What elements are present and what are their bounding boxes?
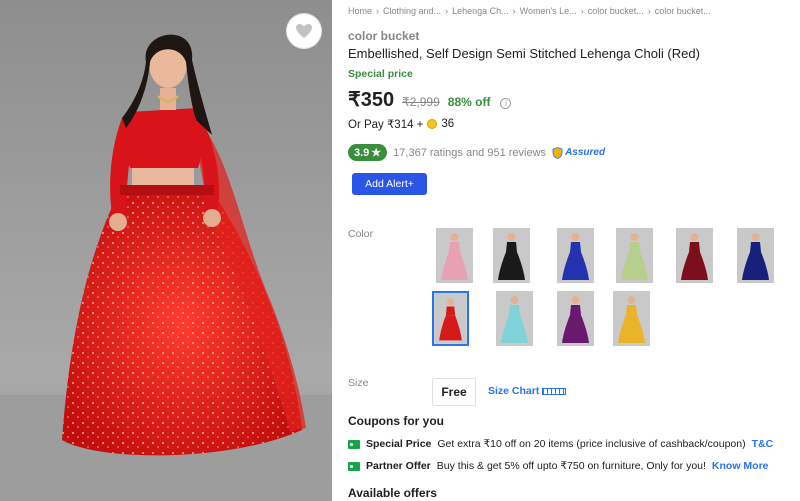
rating-value: 3.9	[354, 146, 370, 159]
chevron-right-icon: ›	[376, 6, 380, 16]
chevron-right-icon: ›	[445, 6, 449, 16]
assured-badge: Assured	[552, 146, 606, 159]
offer-title: Special Price	[366, 438, 432, 450]
chevron-right-icon: ›	[647, 6, 651, 16]
chevron-right-icon: ›	[512, 6, 516, 16]
size-label: Size	[348, 377, 369, 389]
color-swatch-pink[interactable]	[436, 228, 473, 283]
product-title: Embellished, Self Design Semi Stitched L…	[348, 46, 700, 61]
ratings-count[interactable]: 17,367 ratings and 951 reviews	[393, 147, 546, 159]
breadcrumb: Home › Clothing and... › Lehenga Ch... › Wo…	[348, 6, 711, 16]
color-swatch-mustard[interactable]	[613, 291, 650, 346]
original-price: ₹2,999	[402, 95, 440, 109]
breadcrumb-brand[interactable]: color bucket...	[588, 6, 644, 16]
color-swatch-pista-green[interactable]	[616, 228, 653, 283]
swatch-thumbnail	[557, 291, 594, 346]
product-details: Home › Clothing and... › Lehenga Ch... › Wo…	[348, 0, 800, 501]
rating-badge[interactable]: 3.9 ★	[348, 144, 388, 161]
swatch-thumbnail	[493, 228, 530, 283]
offer-text: Buy this & get 5% off upto ₹750 on furni…	[436, 460, 706, 472]
tnc-link[interactable]: T&C	[752, 438, 774, 450]
color-swatch-red[interactable]	[432, 291, 469, 346]
star-icon: ★	[371, 147, 382, 159]
coupons-heading: Coupons for you	[348, 414, 444, 428]
color-swatch-maroon[interactable]	[676, 228, 713, 283]
color-label: Color	[348, 228, 374, 240]
offer-tag-icon	[348, 461, 360, 471]
swatch-thumbnail	[613, 291, 650, 346]
selling-price: ₹350	[348, 89, 395, 111]
product-photo	[0, 0, 332, 501]
size-chart-label: Size Chart	[488, 385, 540, 397]
add-alert-button[interactable]: Add Alert+	[352, 173, 427, 195]
coupon-offer: Special Price Get extra ₹10 off on 20 it…	[348, 438, 773, 450]
special-price-label: Special price	[348, 68, 413, 80]
size-chart-link[interactable]: Size Chart	[488, 385, 567, 397]
breadcrumb-womens[interactable]: Women's Le...	[520, 6, 577, 16]
available-offers-heading: Available offers	[348, 486, 437, 500]
coin-count: 36	[441, 118, 455, 130]
coupon-offer: Partner Offer Buy this & get 5% off upto…	[348, 460, 769, 472]
rating-row: 3.9 ★ 17,367 ratings and 951 reviews Ass…	[348, 144, 605, 161]
wishlist-button[interactable]	[286, 13, 322, 49]
chevron-right-icon: ›	[580, 6, 584, 16]
color-swatch-black[interactable]	[493, 228, 530, 283]
product-image[interactable]	[0, 0, 332, 501]
shield-icon	[552, 146, 563, 159]
assured-label: Assured	[565, 147, 606, 158]
breadcrumb-current: color bucket...	[654, 6, 711, 16]
offer-title: Partner Offer	[366, 460, 431, 472]
or-pay-text: Or Pay ₹314 +	[348, 119, 424, 131]
heart-icon	[296, 24, 312, 38]
swatch-thumbnail	[436, 228, 473, 283]
swatch-thumbnail	[737, 228, 774, 283]
swatch-thumbnail	[676, 228, 713, 283]
breadcrumb-clothing[interactable]: Clothing and...	[383, 6, 441, 16]
price-row: ₹350 ₹2,999 88% off i	[348, 87, 512, 112]
offer-text: Get extra ₹10 off on 20 items (price inc…	[437, 438, 746, 450]
know-more-link[interactable]: Know More	[712, 460, 769, 472]
swatch-thumbnail	[496, 291, 533, 346]
supercoin-icon	[427, 119, 438, 129]
ruler-icon	[542, 387, 567, 395]
color-swatch-sky-blue[interactable]	[496, 291, 533, 346]
swatch-thumbnail	[435, 294, 466, 343]
color-swatch-purple[interactable]	[557, 291, 594, 346]
breadcrumb-lehenga[interactable]: Lehenga Ch...	[452, 6, 509, 16]
brand-name[interactable]: color bucket	[348, 29, 419, 43]
color-swatch-royal-blue[interactable]	[557, 228, 594, 283]
swatch-thumbnail	[557, 228, 594, 283]
info-icon[interactable]: i	[500, 98, 512, 109]
coin-pay-option: Or Pay ₹314 + 36	[348, 117, 454, 131]
color-swatch-navy[interactable]	[737, 228, 774, 283]
swatch-thumbnail	[616, 228, 653, 283]
breadcrumb-home[interactable]: Home	[348, 6, 372, 16]
size-option-free[interactable]: Free	[432, 378, 476, 406]
discount-percent: 88% off	[447, 95, 491, 109]
offer-tag-icon	[348, 439, 360, 449]
